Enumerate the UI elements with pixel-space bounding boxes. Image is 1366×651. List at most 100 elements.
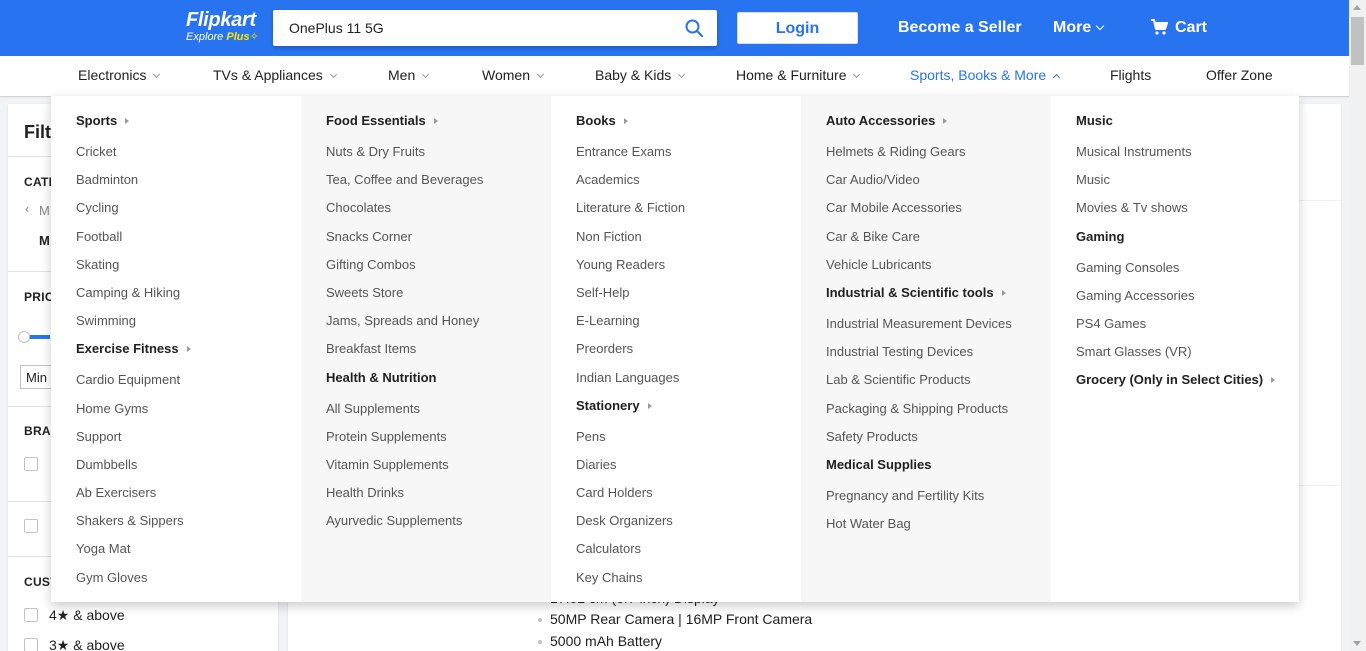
menu-item[interactable]: Gym Gloves: [76, 565, 301, 593]
menu-item[interactable]: Car Mobile Accessories: [826, 195, 1051, 223]
rating-3-checkbox[interactable]: [24, 638, 38, 651]
search-box[interactable]: OnePlus 11 5G: [273, 10, 717, 46]
menu-item[interactable]: Packaging & Shipping Products: [826, 396, 1051, 424]
nav-electronics[interactable]: Electronics: [78, 56, 161, 96]
nav-tvs-appliances[interactable]: TVs & Appliances: [213, 56, 337, 96]
nav-home-furniture[interactable]: Home & Furniture: [736, 56, 861, 96]
menu-item[interactable]: Gifting Combos: [326, 252, 551, 280]
menu-item[interactable]: Ayurvedic Supplements: [326, 508, 551, 536]
menu-item[interactable]: Preorders: [576, 336, 801, 364]
menu-item[interactable]: Football: [76, 224, 301, 252]
menu-heading[interactable]: Books: [576, 108, 801, 139]
menu-item[interactable]: Home Gyms: [76, 396, 301, 424]
menu-heading[interactable]: Exercise Fitness: [76, 336, 301, 367]
nav-offer-zone[interactable]: Offer Zone: [1206, 56, 1273, 96]
scroll-up-arrow-icon[interactable]: [1353, 5, 1361, 10]
menu-item[interactable]: Hot Water Bag: [826, 511, 1051, 539]
menu-heading[interactable]: Gaming: [1076, 224, 1299, 255]
cart-link[interactable]: Cart: [1175, 18, 1207, 38]
menu-item[interactable]: Self-Help: [576, 280, 801, 308]
menu-item[interactable]: Swimming: [76, 308, 301, 336]
menu-item[interactable]: Badminton: [76, 167, 301, 195]
menu-item[interactable]: Car & Bike Care: [826, 224, 1051, 252]
menu-item[interactable]: Sweets Store: [326, 280, 551, 308]
menu-item[interactable]: Musical Instruments: [1076, 139, 1299, 167]
menu-heading[interactable]: Sports: [76, 108, 301, 139]
menu-item[interactable]: Snacks Corner: [326, 224, 551, 252]
menu-item[interactable]: Desk Organizers: [576, 508, 801, 536]
menu-item[interactable]: All Supplements: [326, 396, 551, 424]
menu-item[interactable]: Shakers & Sippers: [76, 508, 301, 536]
menu-heading[interactable]: Health & Nutrition: [326, 365, 551, 396]
search-icon[interactable]: [685, 19, 703, 37]
menu-item[interactable]: E-Learning: [576, 308, 801, 336]
brand-checkbox[interactable]: [24, 519, 38, 533]
menu-item[interactable]: PS4 Games: [1076, 311, 1299, 339]
menu-item[interactable]: Industrial Measurement Devices: [826, 311, 1051, 339]
menu-item[interactable]: Dumbbells: [76, 452, 301, 480]
flipkart-logo[interactable]: Flipkart Explore Plus✧: [186, 9, 259, 43]
menu-item[interactable]: Safety Products: [826, 424, 1051, 452]
menu-item[interactable]: Young Readers: [576, 252, 801, 280]
menu-item[interactable]: Car Audio/Video: [826, 167, 1051, 195]
menu-item[interactable]: Health Drinks: [326, 480, 551, 508]
nav-sports-books-more[interactable]: Sports, Books & More: [910, 56, 1061, 96]
scroll-down-arrow-icon[interactable]: [1353, 641, 1361, 646]
menu-item[interactable]: Helmets & Riding Gears: [826, 139, 1051, 167]
menu-item[interactable]: Yoga Mat: [76, 536, 301, 564]
menu-item[interactable]: Cricket: [76, 139, 301, 167]
menu-item[interactable]: Pens: [576, 424, 801, 452]
menu-item[interactable]: Vitamin Supplements: [326, 452, 551, 480]
menu-item[interactable]: Academics: [576, 167, 801, 195]
more-menu[interactable]: More: [1053, 18, 1105, 38]
menu-item[interactable]: Calculators: [576, 536, 801, 564]
menu-heading[interactable]: Music: [1076, 108, 1299, 139]
menu-item[interactable]: Camping & Hiking: [76, 280, 301, 308]
menu-item[interactable]: Industrial Testing Devices: [826, 339, 1051, 367]
menu-item[interactable]: Non Fiction: [576, 224, 801, 252]
menu-item[interactable]: Music: [1076, 167, 1299, 195]
menu-heading[interactable]: Medical Supplies: [826, 452, 1051, 483]
menu-item[interactable]: Literature & Fiction: [576, 195, 801, 223]
menu-item[interactable]: Gaming Accessories: [1076, 283, 1299, 311]
scroll-thumb[interactable]: [1351, 17, 1364, 65]
menu-heading[interactable]: Food Essentials: [326, 108, 551, 139]
menu-heading[interactable]: Stationery: [576, 393, 801, 424]
menu-item[interactable]: Skating: [76, 252, 301, 280]
menu-item[interactable]: Cycling: [76, 195, 301, 223]
menu-item[interactable]: Entrance Exams: [576, 139, 801, 167]
menu-item[interactable]: Chocolates: [326, 195, 551, 223]
login-button[interactable]: Login: [737, 12, 858, 44]
brand-checkbox[interactable]: [24, 457, 38, 471]
menu-item[interactable]: Movies & Tv shows: [1076, 195, 1299, 223]
nav-men[interactable]: Men: [388, 56, 430, 96]
menu-item[interactable]: Pregnancy and Fertility Kits: [826, 483, 1051, 511]
menu-item[interactable]: Indian Languages: [576, 365, 801, 393]
menu-item[interactable]: Breakfast Items: [326, 336, 551, 364]
menu-item[interactable]: Cardio Equipment: [76, 367, 301, 395]
nav-baby-kids[interactable]: Baby & Kids: [595, 56, 686, 96]
become-seller-link[interactable]: Become a Seller: [898, 18, 1022, 38]
menu-item[interactable]: Smart Glasses (VR): [1076, 339, 1299, 367]
menu-item[interactable]: Vehicle Lubricants: [826, 252, 1051, 280]
page-scrollbar[interactable]: [1349, 0, 1366, 651]
price-slider-handle[interactable]: [18, 331, 30, 343]
rating-4-checkbox[interactable]: [24, 608, 38, 622]
menu-item[interactable]: Lab & Scientific Products: [826, 367, 1051, 395]
back-chevron-icon[interactable]: ‹: [25, 201, 29, 216]
menu-heading[interactable]: Industrial & Scientific tools: [826, 280, 1051, 311]
menu-item[interactable]: Key Chains: [576, 565, 801, 593]
search-input[interactable]: OnePlus 11 5G: [289, 10, 669, 46]
cart-icon[interactable]: [1150, 18, 1168, 36]
menu-heading[interactable]: Grocery (Only in Select Cities): [1076, 367, 1299, 398]
menu-heading[interactable]: Auto Accessories: [826, 108, 1051, 139]
rating-3-label[interactable]: 3★ & above: [49, 637, 125, 651]
menu-item[interactable]: Nuts & Dry Fruits: [326, 139, 551, 167]
menu-item[interactable]: Tea, Coffee and Beverages: [326, 167, 551, 195]
menu-item[interactable]: Protein Supplements: [326, 424, 551, 452]
menu-item[interactable]: Diaries: [576, 452, 801, 480]
category-back-link[interactable]: M: [39, 203, 50, 218]
menu-item[interactable]: Gaming Consoles: [1076, 255, 1299, 283]
menu-item[interactable]: Support: [76, 424, 301, 452]
menu-item[interactable]: Jams, Spreads and Honey: [326, 308, 551, 336]
